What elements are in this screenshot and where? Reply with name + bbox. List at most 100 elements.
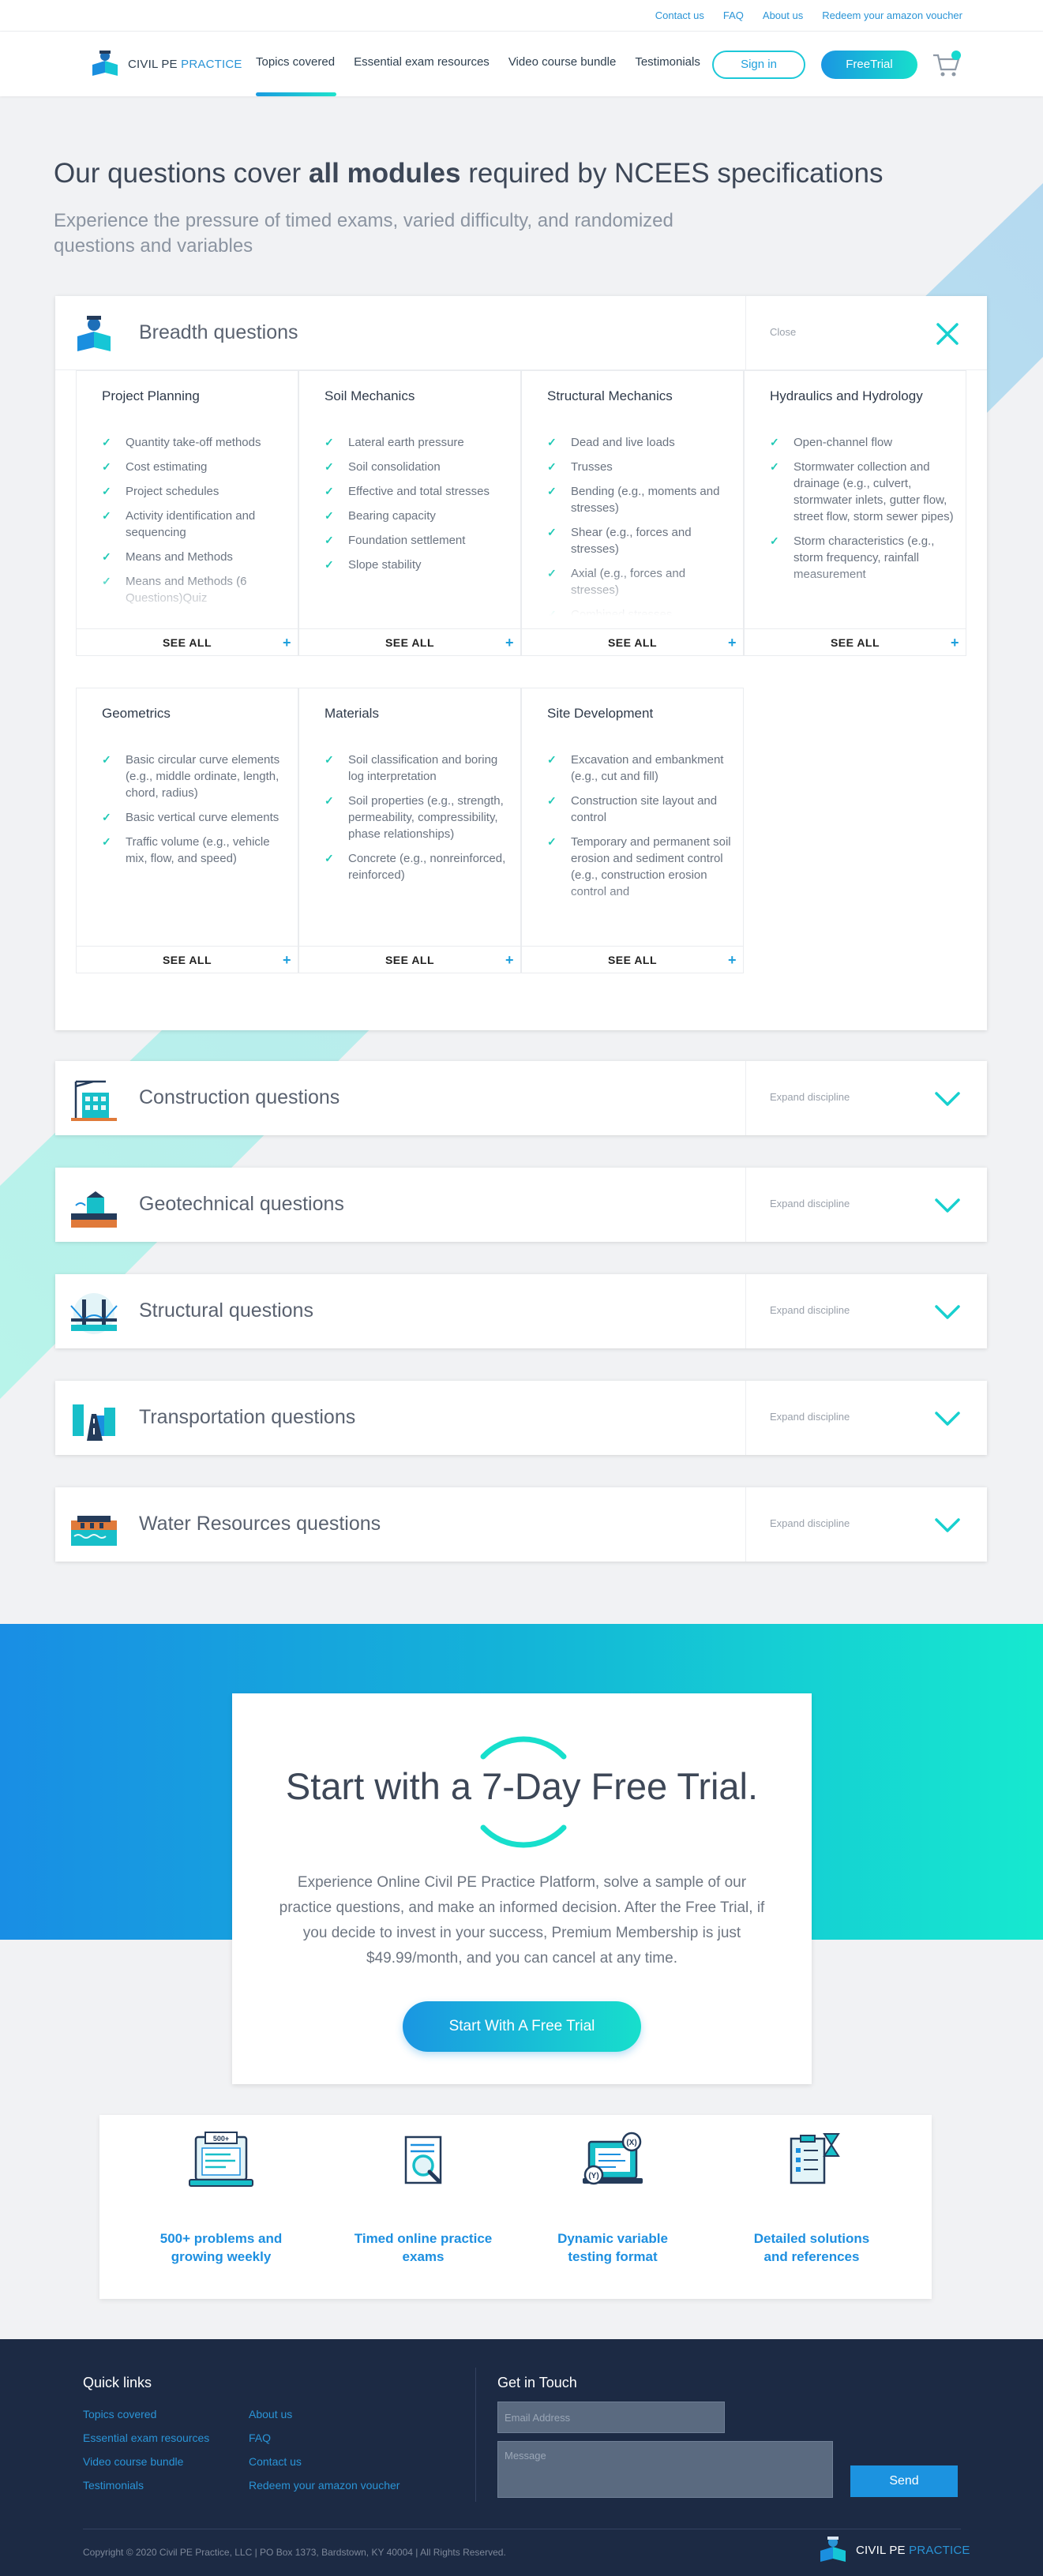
topic-item: Soil classification and boring log inter…: [325, 752, 509, 785]
close-label: Close: [770, 326, 797, 338]
transportation-panel-header[interactable]: Transportation questions Expand discipli…: [55, 1381, 987, 1455]
problems-badge-text: 500+: [213, 2135, 229, 2143]
nav-video-bundle[interactable]: Video course bundle: [508, 55, 626, 96]
footer-link-resources[interactable]: Essential exam resources: [83, 2432, 249, 2444]
water-resources-questions-panel[interactable]: Water Resources questions Expand discipl…: [55, 1487, 987, 1562]
shopping-cart-icon[interactable]: [932, 51, 962, 79]
primary-nav: Topics covered Essential exam resources …: [256, 55, 719, 96]
transportation-questions-panel[interactable]: Transportation questions Expand discipli…: [55, 1381, 987, 1455]
footer-link-testimonials[interactable]: Testimonials: [83, 2479, 249, 2492]
topic-item: Axial (e.g., forces and stresses): [547, 565, 732, 598]
topic-item-list: Open-channel flow Stormwater collection …: [770, 434, 955, 616]
topic-item: Excavation and embankment (e.g., cut and…: [547, 752, 732, 785]
feature-problems: 500+ 500+ problems and growing weekly: [150, 2131, 292, 2266]
construction-questions-panel[interactable]: Construction questions Expand discipline: [55, 1061, 987, 1135]
see-all-button[interactable]: SEE ALL +: [299, 628, 520, 655]
trial-title: Start with a 7-Day Free Trial.: [285, 1765, 759, 1807]
chevron-down-icon[interactable]: [932, 1190, 963, 1221]
nav-exam-resources[interactable]: Essential exam resources: [354, 55, 499, 96]
top-links: Contact us FAQ About us Redeem your amaz…: [655, 9, 962, 21]
start-free-trial-button[interactable]: Start With A Free Trial: [403, 2001, 641, 2052]
plus-icon: +: [505, 952, 514, 968]
topic-item: Basic circular curve elements (e.g., mid…: [102, 752, 287, 801]
topic-card-title: Site Development: [547, 706, 654, 721]
topic-item: Means and Methods: [102, 549, 287, 565]
footer-logo[interactable]: CIVIL PE PRACTICE: [816, 2535, 970, 2565]
plus-icon: +: [282, 635, 291, 651]
variable-x-text: (X): [626, 2139, 636, 2147]
footer-link-redeem[interactable]: Redeem your amazon voucher: [249, 2479, 415, 2492]
expand-label: Expand discipline: [770, 1517, 850, 1529]
sign-in-button[interactable]: Sign in: [712, 51, 805, 79]
water-resources-panel-header[interactable]: Water Resources questions Expand discipl…: [55, 1487, 987, 1562]
plus-icon: +: [505, 635, 514, 651]
study-book-icon: [77, 316, 111, 351]
structural-expand-control[interactable]: Expand discipline: [745, 1274, 987, 1348]
see-all-button[interactable]: SEE ALL +: [522, 946, 743, 973]
feature-label: Timed online practice exams: [354, 2231, 493, 2264]
topic-item-list: Quantity take-off methods Cost estimatin…: [102, 434, 287, 616]
topic-item-list: Excavation and embankment (e.g., cut and…: [547, 752, 732, 933]
topic-item-list: Basic circular curve elements (e.g., mid…: [102, 752, 287, 933]
footer-link-about[interactable]: About us: [249, 2408, 415, 2420]
about-us-link[interactable]: About us: [763, 9, 803, 21]
clipboard-hourglass-icon: [790, 2133, 840, 2184]
expand-label: Expand discipline: [770, 1304, 850, 1316]
close-x-icon[interactable]: [932, 318, 963, 350]
construction-expand-control[interactable]: Expand discipline: [745, 1061, 987, 1135]
footer-link-faq[interactable]: FAQ: [249, 2432, 415, 2444]
contact-us-link[interactable]: Contact us: [655, 9, 704, 21]
breadth-questions-panel: Breadth questions Close Project Planning…: [55, 296, 987, 1030]
road-city-icon: [73, 1404, 115, 1441]
topic-card-structural-mechanics: Structural Mechanics Dead and live loads…: [521, 370, 744, 656]
nav-topics-covered[interactable]: Topics covered: [256, 55, 344, 96]
chevron-down-icon[interactable]: [932, 1403, 963, 1434]
message-field[interactable]: Message: [497, 2441, 833, 2498]
topic-item: Storm characteristics (e.g., storm frequ…: [770, 533, 955, 583]
footer-link-topics[interactable]: Topics covered: [83, 2408, 249, 2420]
topic-card-title: Soil Mechanics: [325, 388, 415, 403]
geotechnical-questions-panel[interactable]: Geotechnical questions Expand discipline: [55, 1168, 987, 1242]
water-resources-expand-control[interactable]: Expand discipline: [745, 1487, 987, 1562]
plus-icon: +: [950, 635, 959, 651]
transportation-expand-control[interactable]: Expand discipline: [745, 1381, 987, 1455]
see-all-button[interactable]: SEE ALL +: [299, 946, 520, 973]
free-trial-card: Start with a 7-Day Free Trial. Experienc…: [232, 1693, 812, 2084]
chevron-down-icon[interactable]: [932, 1296, 963, 1328]
faq-link[interactable]: FAQ: [723, 9, 744, 21]
topic-item: Soil properties (e.g., strength, permeab…: [325, 793, 509, 842]
topic-item: Open-channel flow: [770, 434, 955, 451]
geotechnical-panel-header[interactable]: Geotechnical questions Expand discipline: [55, 1168, 987, 1242]
geotechnical-expand-control[interactable]: Expand discipline: [745, 1168, 987, 1242]
structural-questions-panel[interactable]: Structural questions Expand discipline: [55, 1274, 987, 1348]
chevron-down-icon[interactable]: [932, 1509, 963, 1541]
feature-timed-exams: Timed online practice exams: [352, 2131, 494, 2266]
free-trial-button[interactable]: FreeTrial: [821, 51, 917, 79]
nav-testimonials[interactable]: Testimonials: [635, 55, 710, 96]
topic-card-project-planning: Project Planning Quantity take-off metho…: [76, 370, 298, 656]
topic-item: Temporary and permanent soil erosion and…: [547, 834, 732, 900]
brand-logo[interactable]: CIVIL PE PRACTICE: [88, 49, 242, 79]
geotechnical-soil-icon: [71, 1191, 117, 1228]
email-field[interactable]: Email Address: [497, 2402, 725, 2433]
topic-item: Activity identification and sequencing: [102, 508, 287, 541]
see-all-button[interactable]: SEE ALL +: [745, 628, 966, 655]
topic-item: Effective and total stresses: [325, 483, 509, 500]
footer-link-video[interactable]: Video course bundle: [83, 2455, 249, 2468]
chevron-down-icon[interactable]: [932, 1083, 963, 1115]
breadth-panel-header[interactable]: Breadth questions Close: [55, 296, 987, 370]
topic-item: Foundation settlement: [325, 532, 509, 549]
footer-link-contact[interactable]: Contact us: [249, 2455, 415, 2468]
expand-label: Expand discipline: [770, 1091, 850, 1103]
send-button[interactable]: Send: [850, 2465, 958, 2497]
see-all-button[interactable]: SEE ALL +: [77, 946, 298, 973]
dam-water-icon: [71, 1516, 117, 1546]
see-all-button[interactable]: SEE ALL +: [77, 628, 298, 655]
construction-panel-header[interactable]: Construction questions Expand discipline: [55, 1061, 987, 1135]
redeem-voucher-link[interactable]: Redeem your amazon voucher: [822, 9, 962, 21]
structural-panel-header[interactable]: Structural questions Expand discipline: [55, 1274, 987, 1348]
breadth-close-control[interactable]: Close: [745, 296, 987, 370]
see-all-button[interactable]: SEE ALL +: [522, 628, 743, 655]
topic-item: Slope stability: [325, 557, 509, 573]
topic-item: Concrete (e.g., nonreinforced, reinforce…: [325, 850, 509, 883]
